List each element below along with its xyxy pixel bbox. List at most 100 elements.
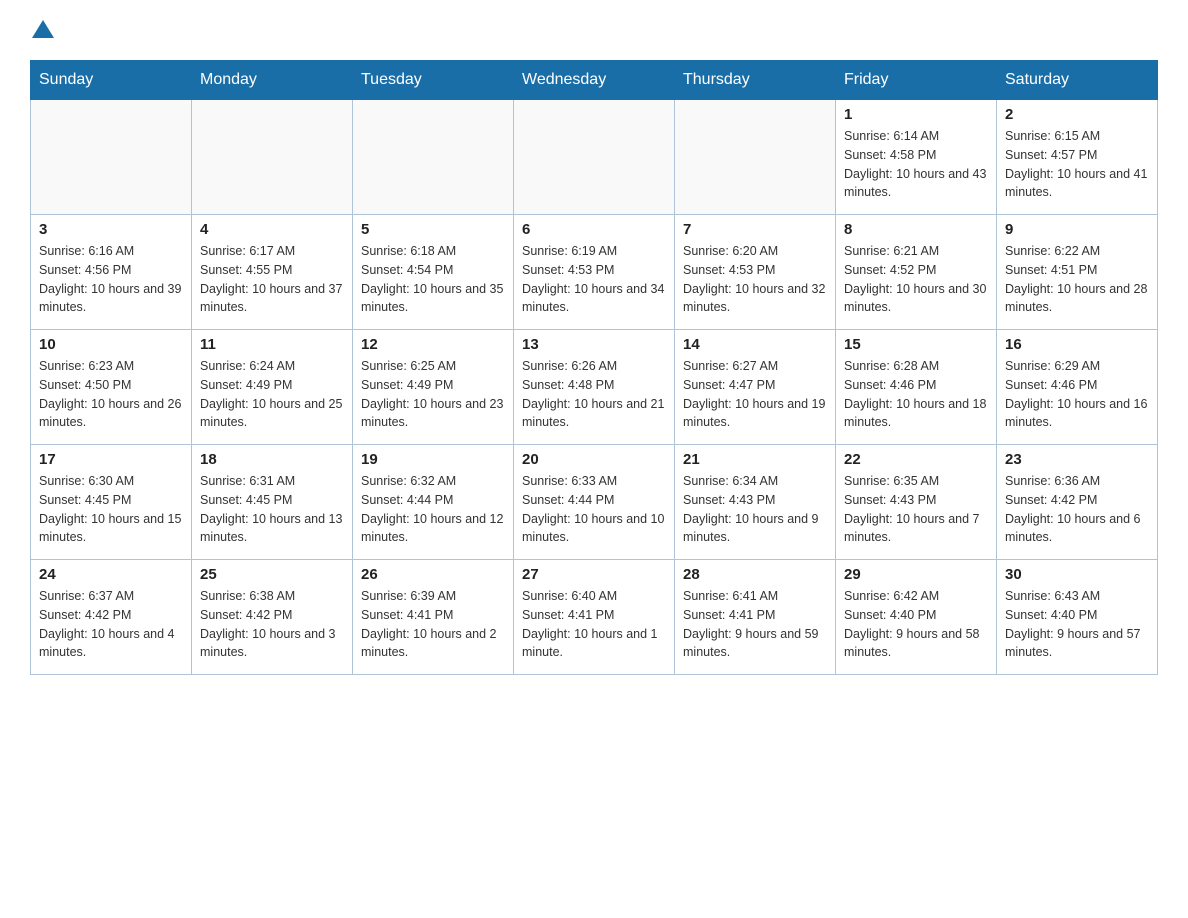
calendar-cell: 2 Sunrise: 6:15 AMSunset: 4:57 PMDaylight… [997, 100, 1158, 215]
day-number: 15 [844, 336, 988, 353]
weekday-header-thursday: Thursday [675, 61, 836, 100]
week-row-1: 3 Sunrise: 6:16 AMSunset: 4:56 PMDaylight… [31, 215, 1158, 330]
calendar-cell: 25 Sunrise: 6:38 AMSunset: 4:42 PMDayligh… [192, 560, 353, 675]
day-info: Sunrise: 6:29 AMSunset: 4:46 PMDaylight:… [1005, 357, 1149, 432]
day-number: 27 [522, 566, 666, 583]
day-number: 13 [522, 336, 666, 353]
day-info: Sunrise: 6:25 AMSunset: 4:49 PMDaylight:… [361, 357, 505, 432]
day-number: 14 [683, 336, 827, 353]
calendar-cell: 22 Sunrise: 6:35 AMSunset: 4:43 PMDayligh… [836, 445, 997, 560]
day-info: Sunrise: 6:16 AMSunset: 4:56 PMDaylight:… [39, 242, 183, 317]
calendar-cell [31, 100, 192, 215]
day-number: 4 [200, 221, 344, 238]
day-info: Sunrise: 6:39 AMSunset: 4:41 PMDaylight:… [361, 587, 505, 662]
calendar-cell: 7Sunrise: 6:20 AMSunset: 4:53 PMDaylight… [675, 215, 836, 330]
weekday-header-sunday: Sunday [31, 61, 192, 100]
day-info: Sunrise: 6:28 AMSunset: 4:46 PMDaylight:… [844, 357, 988, 432]
calendar-cell: 14 Sunrise: 6:27 AMSunset: 4:47 PMDayligh… [675, 330, 836, 445]
page-header [30, 20, 1158, 40]
day-number: 6 [522, 221, 666, 238]
calendar-cell [192, 100, 353, 215]
calendar-cell: 6 Sunrise: 6:19 AMSunset: 4:53 PMDaylight… [514, 215, 675, 330]
calendar-cell: 20 Sunrise: 6:33 AMSunset: 4:44 PMDayligh… [514, 445, 675, 560]
day-number: 11 [200, 336, 344, 353]
weekday-header-monday: Monday [192, 61, 353, 100]
calendar-cell: 4 Sunrise: 6:17 AMSunset: 4:55 PMDaylight… [192, 215, 353, 330]
day-number: 28 [683, 566, 827, 583]
day-info: Sunrise: 6:32 AMSunset: 4:44 PMDaylight:… [361, 472, 505, 547]
day-number: 20 [522, 451, 666, 468]
calendar-table: SundayMondayTuesdayWednesdayThursdayFrid… [30, 60, 1158, 675]
day-number: 7 [683, 221, 827, 238]
calendar-cell: 16Sunrise: 6:29 AMSunset: 4:46 PMDayligh… [997, 330, 1158, 445]
weekday-header-tuesday: Tuesday [353, 61, 514, 100]
day-number: 18 [200, 451, 344, 468]
calendar-cell: 12 Sunrise: 6:25 AMSunset: 4:49 PMDayligh… [353, 330, 514, 445]
week-row-2: 10Sunrise: 6:23 AMSunset: 4:50 PMDayligh… [31, 330, 1158, 445]
calendar-cell: 26 Sunrise: 6:39 AMSunset: 4:41 PMDayligh… [353, 560, 514, 675]
day-number: 25 [200, 566, 344, 583]
calendar-cell: 30 Sunrise: 6:43 AMSunset: 4:40 PMDayligh… [997, 560, 1158, 675]
calendar-cell: 11 Sunrise: 6:24 AMSunset: 4:49 PMDayligh… [192, 330, 353, 445]
calendar-cell: 21Sunrise: 6:34 AMSunset: 4:43 PMDayligh… [675, 445, 836, 560]
calendar-cell: 15 Sunrise: 6:28 AMSunset: 4:46 PMDayligh… [836, 330, 997, 445]
day-info: Sunrise: 6:19 AMSunset: 4:53 PMDaylight:… [522, 242, 666, 317]
calendar-cell: 24 Sunrise: 6:37 AMSunset: 4:42 PMDayligh… [31, 560, 192, 675]
calendar-cell [514, 100, 675, 215]
calendar-cell: 18 Sunrise: 6:31 AMSunset: 4:45 PMDayligh… [192, 445, 353, 560]
day-number: 2 [1005, 106, 1149, 123]
logo [30, 20, 54, 40]
weekday-header-wednesday: Wednesday [514, 61, 675, 100]
day-info: Sunrise: 6:43 AMSunset: 4:40 PMDaylight:… [1005, 587, 1149, 662]
day-info: Sunrise: 6:26 AMSunset: 4:48 PMDaylight:… [522, 357, 666, 432]
day-number: 5 [361, 221, 505, 238]
day-info: Sunrise: 6:17 AMSunset: 4:55 PMDaylight:… [200, 242, 344, 317]
day-number: 8 [844, 221, 988, 238]
day-number: 3 [39, 221, 183, 238]
day-info: Sunrise: 6:15 AMSunset: 4:57 PMDaylight:… [1005, 127, 1149, 202]
day-info: Sunrise: 6:23 AMSunset: 4:50 PMDaylight:… [39, 357, 183, 432]
day-number: 17 [39, 451, 183, 468]
day-info: Sunrise: 6:27 AMSunset: 4:47 PMDaylight:… [683, 357, 827, 432]
calendar-cell: 28 Sunrise: 6:41 AMSunset: 4:41 PMDayligh… [675, 560, 836, 675]
week-row-4: 24 Sunrise: 6:37 AMSunset: 4:42 PMDayligh… [31, 560, 1158, 675]
day-info: Sunrise: 6:35 AMSunset: 4:43 PMDaylight:… [844, 472, 988, 547]
calendar-cell: 3 Sunrise: 6:16 AMSunset: 4:56 PMDaylight… [31, 215, 192, 330]
day-info: Sunrise: 6:42 AMSunset: 4:40 PMDaylight:… [844, 587, 988, 662]
day-info: Sunrise: 6:31 AMSunset: 4:45 PMDaylight:… [200, 472, 344, 547]
day-info: Sunrise: 6:22 AMSunset: 4:51 PMDaylight:… [1005, 242, 1149, 317]
day-number: 23 [1005, 451, 1149, 468]
week-row-3: 17 Sunrise: 6:30 AMSunset: 4:45 PMDayligh… [31, 445, 1158, 560]
calendar-cell: 17 Sunrise: 6:30 AMSunset: 4:45 PMDayligh… [31, 445, 192, 560]
day-number: 12 [361, 336, 505, 353]
day-number: 22 [844, 451, 988, 468]
day-info: Sunrise: 6:18 AMSunset: 4:54 PMDaylight:… [361, 242, 505, 317]
day-number: 26 [361, 566, 505, 583]
day-info: Sunrise: 6:24 AMSunset: 4:49 PMDaylight:… [200, 357, 344, 432]
day-number: 24 [39, 566, 183, 583]
logo-triangle-icon [32, 18, 54, 40]
day-info: Sunrise: 6:33 AMSunset: 4:44 PMDaylight:… [522, 472, 666, 547]
calendar-cell: 5 Sunrise: 6:18 AMSunset: 4:54 PMDaylight… [353, 215, 514, 330]
weekday-header-row: SundayMondayTuesdayWednesdayThursdayFrid… [31, 61, 1158, 100]
calendar-cell: 9Sunrise: 6:22 AMSunset: 4:51 PMDaylight… [997, 215, 1158, 330]
day-info: Sunrise: 6:30 AMSunset: 4:45 PMDaylight:… [39, 472, 183, 547]
day-info: Sunrise: 6:37 AMSunset: 4:42 PMDaylight:… [39, 587, 183, 662]
day-number: 30 [1005, 566, 1149, 583]
calendar-cell: 29 Sunrise: 6:42 AMSunset: 4:40 PMDayligh… [836, 560, 997, 675]
calendar-cell: 27Sunrise: 6:40 AMSunset: 4:41 PMDayligh… [514, 560, 675, 675]
day-info: Sunrise: 6:41 AMSunset: 4:41 PMDaylight:… [683, 587, 827, 662]
calendar-cell: 13 Sunrise: 6:26 AMSunset: 4:48 PMDayligh… [514, 330, 675, 445]
weekday-header-saturday: Saturday [997, 61, 1158, 100]
day-info: Sunrise: 6:38 AMSunset: 4:42 PMDaylight:… [200, 587, 344, 662]
calendar-cell: 19Sunrise: 6:32 AMSunset: 4:44 PMDayligh… [353, 445, 514, 560]
calendar-cell: 1 Sunrise: 6:14 AMSunset: 4:58 PMDaylight… [836, 100, 997, 215]
day-info: Sunrise: 6:21 AMSunset: 4:52 PMDaylight:… [844, 242, 988, 317]
weekday-header-friday: Friday [836, 61, 997, 100]
day-number: 29 [844, 566, 988, 583]
week-row-0: 1 Sunrise: 6:14 AMSunset: 4:58 PMDaylight… [31, 100, 1158, 215]
calendar-cell: 8 Sunrise: 6:21 AMSunset: 4:52 PMDaylight… [836, 215, 997, 330]
calendar-cell: 10Sunrise: 6:23 AMSunset: 4:50 PMDayligh… [31, 330, 192, 445]
day-number: 1 [844, 106, 988, 123]
day-info: Sunrise: 6:14 AMSunset: 4:58 PMDaylight:… [844, 127, 988, 202]
